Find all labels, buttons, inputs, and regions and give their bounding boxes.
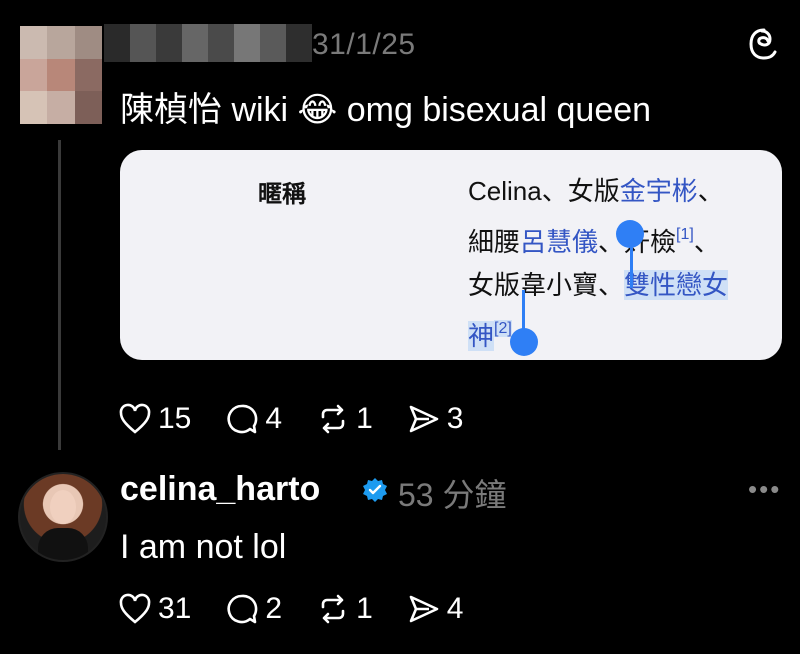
repost-count: 1: [356, 402, 373, 435]
heart-icon: [119, 593, 151, 624]
like-count: 15: [158, 402, 192, 435]
repost-icon: [321, 404, 345, 434]
comment-count: 4: [265, 402, 283, 435]
repost-count: 1: [356, 592, 373, 625]
post-text: 陳楨怡 wiki 😂 omg bisexual queen: [120, 91, 652, 129]
comment-icon: [227, 594, 258, 624]
like-button[interactable]: 15: [118, 402, 191, 436]
reply-avatar[interactable]: [18, 472, 108, 562]
like-count: 31: [158, 592, 192, 625]
text-span: 、: [697, 176, 724, 206]
heart-icon: [119, 403, 151, 434]
wiki-link[interactable]: 呂慧儀: [520, 227, 598, 257]
post-actions: 15 4 1 3: [118, 402, 497, 436]
text-span: 、: [693, 227, 720, 257]
poster-avatar-blurred[interactable]: [20, 26, 102, 124]
text-span: Celina、女版: [468, 176, 620, 206]
nickname-label: 暱稱: [258, 181, 306, 208]
repost-icon: [321, 594, 345, 624]
reply-text: I am not lol: [120, 528, 287, 566]
verified-icon: [363, 478, 387, 502]
comment-count: 2: [265, 592, 283, 625]
poster-username-blurred[interactable]: [104, 24, 312, 62]
wiki-link[interactable]: 金宇彬: [620, 176, 698, 206]
repost-button[interactable]: 1: [316, 592, 373, 626]
citation[interactable]: [1]: [676, 226, 694, 243]
thread-line: [58, 140, 61, 450]
text-span: 細腰: [468, 227, 521, 257]
selection-handle-start[interactable]: [616, 220, 644, 248]
citation[interactable]: [2]: [494, 320, 512, 337]
more-icon[interactable]: •••: [748, 474, 781, 505]
selected-text[interactable]: 神: [468, 321, 495, 351]
selected-text[interactable]: 雙性戀女: [624, 270, 729, 300]
share-count: 3: [446, 402, 464, 435]
wiki-screenshot-card[interactable]: 暱稱 Celina、女版金宇彬、 細腰呂慧儀、奸檢[1]、 女版韋小寶、雙性戀女…: [120, 150, 782, 360]
comment-button[interactable]: 2: [225, 592, 282, 626]
post-time: 31/1/25: [312, 28, 416, 61]
selection-handle-end[interactable]: [510, 328, 538, 356]
comment-button[interactable]: 4: [225, 402, 282, 436]
share-icon: [409, 595, 439, 623]
reply-time: 53 分鐘: [398, 477, 507, 513]
share-count: 4: [446, 592, 464, 625]
comment-icon: [227, 404, 258, 434]
like-button[interactable]: 31: [118, 592, 191, 626]
nickname-value: Celina、女版金宇彬、 細腰呂慧儀、奸檢[1]、 女版韋小寶、雙性戀女 神[…: [468, 170, 768, 358]
repost-button[interactable]: 1: [316, 402, 373, 436]
reply-actions: 31 2 1 4: [118, 592, 497, 626]
share-icon: [409, 405, 439, 433]
reply-username[interactable]: celina_harto: [120, 470, 320, 509]
share-button[interactable]: 4: [407, 592, 464, 626]
threads-icon[interactable]: [746, 26, 782, 62]
share-button[interactable]: 3: [407, 402, 464, 436]
text-span: 女版韋小寶、: [468, 270, 625, 300]
